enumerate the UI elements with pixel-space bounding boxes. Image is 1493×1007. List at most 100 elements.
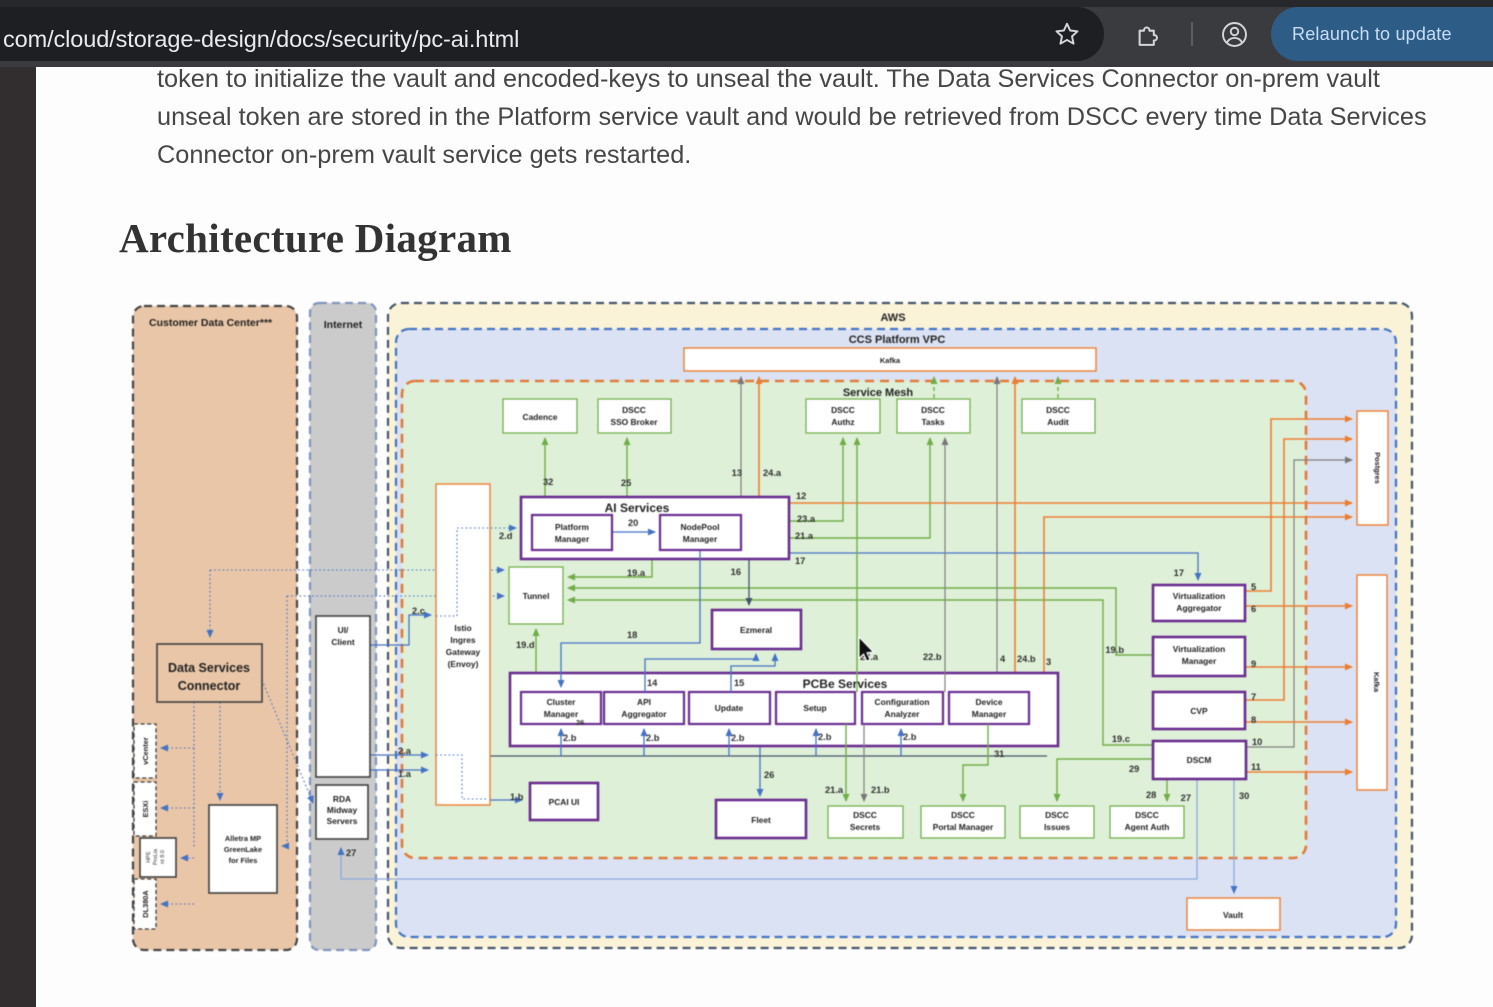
svg-text:DSCC: DSCC xyxy=(1046,405,1070,415)
svg-text:Servers: Servers xyxy=(327,816,358,826)
svg-text:Fleet: Fleet xyxy=(751,815,771,825)
svg-text:Manager: Manager xyxy=(1182,656,1217,666)
svg-text:CCS Platform VPC: CCS Platform VPC xyxy=(849,334,946,346)
svg-text:2.d: 2.d xyxy=(499,531,513,541)
svg-text:Manager: Manager xyxy=(683,534,718,544)
svg-text:19.c: 19.c xyxy=(1112,734,1130,744)
svg-text:Authz: Authz xyxy=(831,417,854,427)
svg-text:HPE: HPE xyxy=(146,851,152,863)
svg-text:DSCC: DSCC xyxy=(853,810,877,820)
svg-text:Internet: Internet xyxy=(324,319,363,331)
svg-text:4: 4 xyxy=(1000,654,1006,664)
svg-text:Analyzer: Analyzer xyxy=(885,709,921,719)
svg-text:PCBe Services: PCBe Services xyxy=(803,677,888,691)
svg-text:DL380A: DL380A xyxy=(141,890,150,918)
svg-text:2.b: 2.b xyxy=(903,732,917,742)
svg-text:6: 6 xyxy=(1251,604,1256,614)
svg-text:11: 11 xyxy=(1251,762,1261,772)
svg-text:3: 3 xyxy=(1046,657,1051,667)
svg-text:8: 8 xyxy=(1251,715,1256,725)
svg-text:1.b: 1.b xyxy=(510,792,524,802)
svg-text:23.a: 23.a xyxy=(797,514,816,524)
svg-text:Kafka: Kafka xyxy=(1372,672,1381,693)
svg-text:19.a: 19.a xyxy=(627,568,646,578)
svg-text:17: 17 xyxy=(795,556,805,566)
svg-text:29: 29 xyxy=(1129,764,1139,774)
svg-text:2.c: 2.c xyxy=(412,606,425,616)
svg-text:20: 20 xyxy=(628,518,638,528)
svg-text:24.b: 24.b xyxy=(1017,654,1036,664)
svg-text:Cluster: Cluster xyxy=(547,697,577,707)
svg-text:Postgres: Postgres xyxy=(1373,452,1382,484)
svg-text:Client: Client xyxy=(331,637,354,647)
svg-text:DSCC: DSCC xyxy=(921,405,945,415)
svg-text:Ezmeral: Ezmeral xyxy=(740,625,772,635)
svg-text:Platform: Platform xyxy=(555,522,589,532)
svg-text:17: 17 xyxy=(1174,568,1184,578)
svg-text:22.b: 22.b xyxy=(923,652,942,662)
svg-text:API: API xyxy=(637,697,651,707)
svg-text:NodePool: NodePool xyxy=(680,522,719,532)
svg-text:Manager: Manager xyxy=(972,709,1007,719)
svg-text:2.b: 2.b xyxy=(818,732,832,742)
svg-text:Update: Update xyxy=(715,703,744,713)
svg-text:2.a: 2.a xyxy=(398,746,412,756)
svg-text:Tasks: Tasks xyxy=(921,417,944,427)
svg-text:9: 9 xyxy=(1251,659,1256,669)
svg-text:DSCC: DSCC xyxy=(951,810,975,820)
svg-text:30: 30 xyxy=(1239,791,1249,801)
svg-text:Ingres: Ingres xyxy=(450,635,475,645)
svg-text:21.a: 21.a xyxy=(825,785,844,795)
svg-text:26: 26 xyxy=(764,770,774,780)
svg-text:15: 15 xyxy=(734,678,744,688)
svg-text:AWS: AWS xyxy=(880,312,905,324)
svg-text:19.b: 19.b xyxy=(1105,645,1124,655)
svg-text:vCenter: vCenter xyxy=(141,737,150,765)
svg-text:13: 13 xyxy=(732,468,742,478)
svg-text:32: 32 xyxy=(543,477,553,487)
svg-text:Virtualization: Virtualization xyxy=(1173,591,1225,601)
svg-text:Cadence: Cadence xyxy=(523,412,558,422)
svg-text:DSCC: DSCC xyxy=(1135,810,1159,820)
svg-text:DSCM: DSCM xyxy=(1187,755,1212,765)
svg-text:Configuration: Configuration xyxy=(875,697,930,707)
svg-text:18: 18 xyxy=(627,630,637,640)
svg-text:27: 27 xyxy=(1181,793,1191,803)
svg-text:Secrets: Secrets xyxy=(850,822,881,832)
svg-text:2.b: 2.b xyxy=(563,733,577,743)
svg-text:21.a: 21.a xyxy=(795,531,814,541)
svg-text:(Envoy): (Envoy) xyxy=(448,659,479,669)
svg-text:GreenLake: GreenLake xyxy=(224,845,262,854)
svg-text:Customer Data Center***: Customer Data Center*** xyxy=(149,317,273,329)
svg-text:Data Services: Data Services xyxy=(168,661,250,675)
svg-text:14: 14 xyxy=(647,678,658,688)
svg-text:UI/: UI/ xyxy=(338,625,349,635)
svg-text:Tunnel: Tunnel xyxy=(523,591,550,601)
svg-text:Setup: Setup xyxy=(803,703,826,713)
svg-text:24.a: 24.a xyxy=(763,468,782,478)
svg-text:RDA: RDA xyxy=(333,794,351,804)
svg-text:DSCC: DSCC xyxy=(831,405,855,415)
svg-text:nt 8.0: nt 8.0 xyxy=(160,850,166,864)
svg-text:Virtualization: Virtualization xyxy=(1173,644,1225,654)
svg-text:21.b: 21.b xyxy=(871,785,890,795)
svg-text:Aggregator: Aggregator xyxy=(621,709,667,719)
svg-text:10: 10 xyxy=(1252,737,1262,747)
svg-text:31: 31 xyxy=(994,749,1004,759)
svg-text:27: 27 xyxy=(346,848,356,858)
svg-text:19.d: 19.d xyxy=(516,640,535,650)
svg-text:DSCC: DSCC xyxy=(1045,810,1069,820)
svg-text:Audit: Audit xyxy=(1047,417,1069,427)
svg-text:Service Mesh: Service Mesh xyxy=(843,387,914,399)
svg-text:Connector: Connector xyxy=(178,679,241,693)
svg-text:DSCC: DSCC xyxy=(622,405,646,415)
svg-text:Alletra MP: Alletra MP xyxy=(225,834,261,843)
svg-text:5: 5 xyxy=(1251,582,1256,592)
svg-text:ESXi: ESXi xyxy=(141,801,150,818)
svg-text:28: 28 xyxy=(1146,790,1156,800)
svg-text:Manager: Manager xyxy=(555,534,590,544)
svg-text:Portal Manager: Portal Manager xyxy=(933,822,994,832)
svg-text:ProLia: ProLia xyxy=(153,848,159,865)
svg-text:25: 25 xyxy=(621,478,631,488)
svg-text:Midway: Midway xyxy=(327,805,358,815)
